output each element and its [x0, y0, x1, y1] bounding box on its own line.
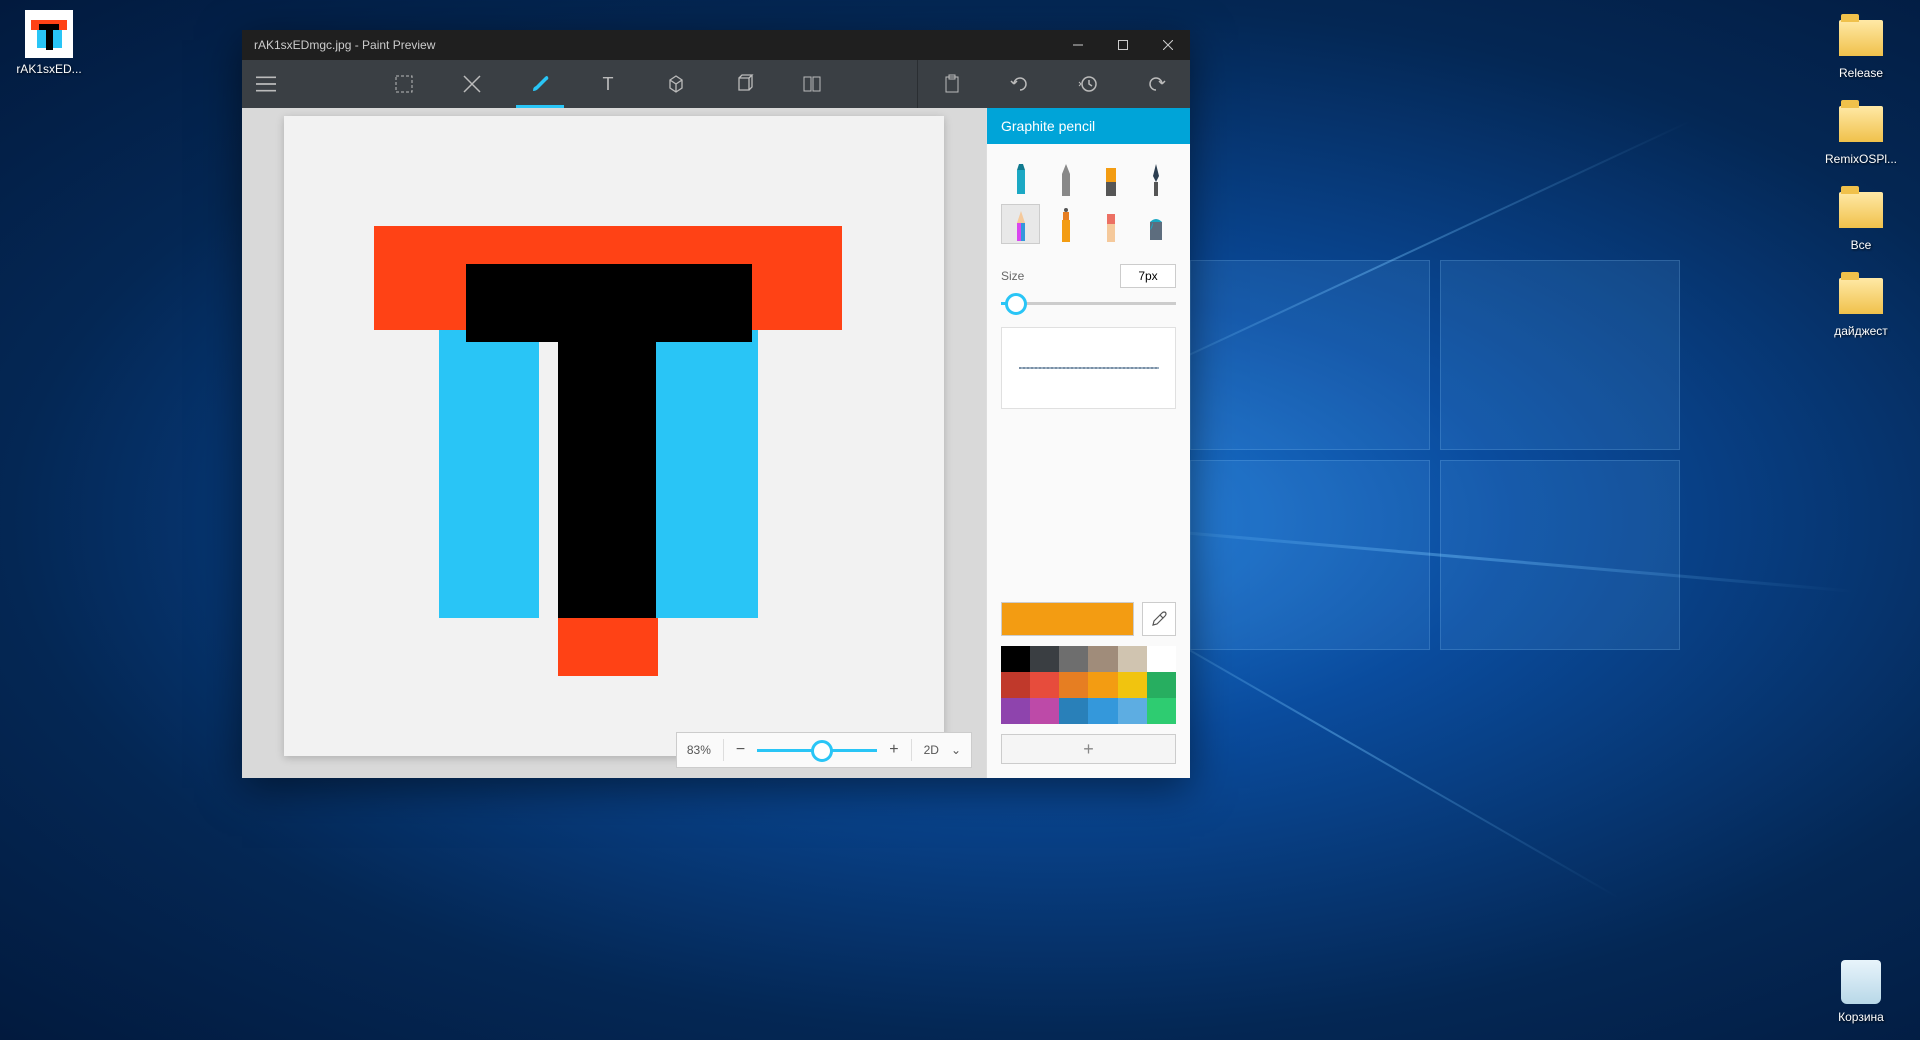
brush-fill[interactable] [1137, 204, 1176, 244]
chevron-down-icon[interactable]: ⌄ [951, 743, 961, 757]
zoom-percentage: 83% [687, 743, 711, 757]
crop-tool[interactable] [438, 60, 506, 108]
desktop-icon-vse[interactable]: Все [1822, 186, 1900, 252]
color-swatch[interactable] [1147, 698, 1176, 724]
paint-preview-window: rAK1sxEDmgc.jpg - Paint Preview T [242, 30, 1190, 778]
brush-picker [987, 144, 1190, 258]
color-palette [987, 646, 1190, 734]
canvas-tool[interactable] [778, 60, 846, 108]
brush-oil[interactable] [1092, 158, 1131, 198]
brush-pencil[interactable] [1001, 204, 1040, 244]
size-input[interactable] [1120, 264, 1176, 288]
preview-stroke [1019, 367, 1159, 369]
color-swatch[interactable] [1001, 698, 1030, 724]
canvas-area: 83% − + 2D ⌄ [242, 108, 986, 778]
brush-marker[interactable] [1001, 158, 1040, 198]
history-button[interactable] [1054, 60, 1122, 108]
select-tool[interactable] [370, 60, 438, 108]
desktop-icon-digest[interactable]: дайджест [1822, 272, 1900, 338]
close-button[interactable] [1145, 30, 1190, 60]
desktop-icon-label: rAK1sxED... [10, 62, 88, 76]
text-tool[interactable]: T [574, 60, 642, 108]
eyedropper-button[interactable] [1142, 602, 1176, 636]
maximize-button[interactable] [1100, 30, 1145, 60]
color-swatch[interactable] [1001, 646, 1030, 672]
color-swatch[interactable] [1088, 672, 1117, 698]
artwork-t-logo [374, 226, 842, 666]
image-thumb-icon [25, 10, 73, 58]
color-swatch[interactable] [1030, 698, 1059, 724]
brush-calligraphy[interactable] [1137, 158, 1176, 198]
add-color-button[interactable]: + [1001, 734, 1176, 764]
3d-shapes-tool[interactable] [710, 60, 778, 108]
folder-icon [1839, 278, 1883, 314]
desktop-icon-remixos[interactable]: RemixOSPl... [1822, 100, 1900, 166]
zoom-controls: 83% − + 2D ⌄ [676, 732, 972, 768]
current-color-swatch[interactable] [1001, 602, 1134, 636]
brush-pen[interactable] [1046, 158, 1085, 198]
brush-eraser[interactable] [1092, 204, 1131, 244]
size-label: Size [1001, 269, 1024, 283]
desktop-icon-recycle-bin[interactable]: Корзина [1822, 958, 1900, 1024]
desktop-icon-label: дайджест [1822, 324, 1900, 338]
folder-icon [1839, 192, 1883, 228]
menu-button[interactable] [242, 60, 290, 108]
color-swatch[interactable] [1118, 672, 1147, 698]
desktop-icon-label: RemixOSPl... [1822, 152, 1900, 166]
undo-button[interactable] [986, 60, 1054, 108]
view-mode[interactable]: 2D [924, 743, 939, 757]
desktop-icon-label: Корзина [1822, 1010, 1900, 1024]
paste-button[interactable] [918, 60, 986, 108]
color-swatch[interactable] [1059, 646, 1088, 672]
canvas[interactable] [284, 116, 944, 756]
color-swatch[interactable] [1059, 672, 1088, 698]
brush-spray[interactable] [1046, 204, 1085, 244]
brush-preview [1001, 327, 1176, 409]
size-slider[interactable] [1001, 302, 1176, 305]
folder-icon [1839, 106, 1883, 142]
folder-icon [1839, 20, 1883, 56]
color-swatch[interactable] [1088, 646, 1117, 672]
window-title: rAK1sxEDmgc.jpg - Paint Preview [242, 38, 1055, 52]
panel-header: Graphite pencil [987, 108, 1190, 144]
zoom-out-button[interactable]: − [736, 741, 745, 759]
color-swatch[interactable] [1030, 646, 1059, 672]
minimize-button[interactable] [1055, 30, 1100, 60]
color-swatch[interactable] [1147, 646, 1176, 672]
titlebar[interactable]: rAK1sxEDmgc.jpg - Paint Preview [242, 30, 1190, 60]
main-toolbar: T [242, 60, 1190, 108]
desktop-icon-label: Все [1822, 238, 1900, 252]
sticker-tool[interactable] [642, 60, 710, 108]
desktop-icon-image-file[interactable]: rAK1sxED... [10, 10, 88, 76]
color-swatch[interactable] [1001, 672, 1030, 698]
color-swatch[interactable] [1118, 646, 1147, 672]
color-swatch[interactable] [1147, 672, 1176, 698]
color-swatch[interactable] [1059, 698, 1088, 724]
recycle-bin-icon [1841, 960, 1881, 1004]
zoom-in-button[interactable]: + [889, 741, 898, 759]
color-swatch[interactable] [1118, 698, 1147, 724]
svg-text:T: T [603, 74, 614, 94]
brush-tool[interactable] [506, 60, 574, 108]
redo-button[interactable] [1122, 60, 1190, 108]
zoom-slider[interactable] [757, 749, 877, 752]
desktop-icon-release[interactable]: Release [1822, 14, 1900, 80]
tool-options-panel: Graphite pencil Size [986, 108, 1190, 778]
desktop-icon-label: Release [1822, 66, 1900, 80]
color-swatch[interactable] [1030, 672, 1059, 698]
color-swatch[interactable] [1088, 698, 1117, 724]
